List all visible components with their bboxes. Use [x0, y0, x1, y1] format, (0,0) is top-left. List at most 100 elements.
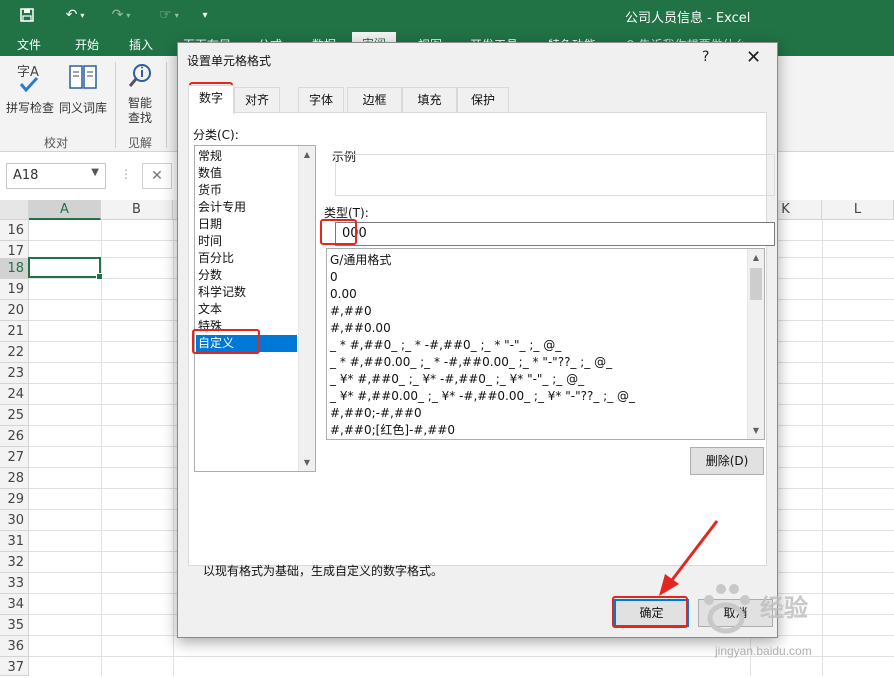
format-code-list[interactable]: G/通用格式 0 0.00 #,##0 #,##0.00 _ * #,##0_ … — [326, 248, 765, 440]
row-header-36[interactable]: 36 — [0, 636, 29, 657]
group-separator — [166, 62, 167, 148]
undo-icon[interactable]: ↶ ▾ — [58, 4, 92, 26]
row-header-31[interactable]: 31 — [0, 531, 29, 552]
tab-font[interactable]: 字体 — [298, 87, 344, 113]
category-item[interactable]: 会计专用 — [198, 199, 246, 216]
touch-mode-icon[interactable]: ☞ ▾ — [150, 4, 188, 26]
row-header-23[interactable]: 23 — [0, 363, 29, 384]
delete-format-button[interactable]: 删除(D) — [690, 447, 764, 475]
scroll-up-icon[interactable]: ▲ — [299, 146, 315, 163]
scroll-down-icon[interactable]: ▼ — [748, 422, 764, 439]
format-code-item[interactable]: #,##0;-#,##0 — [330, 405, 422, 422]
gridline — [101, 220, 102, 676]
column-header-b[interactable]: B — [101, 200, 173, 220]
active-cell-a18[interactable] — [28, 257, 103, 280]
format-code-item[interactable]: #,##0.00 — [330, 320, 391, 337]
column-header-l[interactable]: L — [822, 200, 894, 220]
customize-toolbar-icon[interactable]: ▾ — [198, 4, 212, 26]
redo-icon[interactable]: ↷ ▾ — [104, 4, 138, 26]
format-code-item[interactable]: #,##0;[红色]-#,##0 — [330, 422, 455, 439]
row-header-26[interactable]: 26 — [0, 426, 29, 447]
row-header-32[interactable]: 32 — [0, 552, 29, 573]
close-icon[interactable]: ✕ — [746, 47, 761, 68]
row-header-25[interactable]: 25 — [0, 405, 29, 426]
row-header-18[interactable]: 18 — [0, 258, 29, 279]
window-title: 公司人员信息 - Excel — [625, 11, 751, 26]
tab-home[interactable]: 开始 — [75, 36, 99, 53]
row-header-22[interactable]: 22 — [0, 342, 29, 363]
category-scrollbar[interactable]: ▲ ▼ — [298, 146, 315, 471]
row-header-30[interactable]: 30 — [0, 510, 29, 531]
tab-fill[interactable]: 填充 — [402, 87, 457, 113]
format-code-scrollbar[interactable]: ▲ ▼ — [747, 249, 764, 439]
select-all-corner[interactable] — [0, 200, 29, 220]
format-code-item[interactable]: _ * #,##0_ ;_ * -#,##0_ ;_ * "-"_ ;_ @_ — [330, 337, 561, 354]
spell-check-icon: 字A — [5, 62, 55, 97]
format-code-item[interactable]: 0 — [330, 269, 338, 286]
format-code-item[interactable]: _ ¥* #,##0.00_ ;_ ¥* -#,##0.00_ ;_ ¥* "-… — [330, 388, 635, 405]
tab-number[interactable]: 数字 — [188, 85, 234, 114]
tab-insert[interactable]: 插入 — [129, 36, 153, 53]
group-label-insights: 见解 — [128, 136, 153, 150]
format-code-item[interactable]: G/通用格式 — [330, 252, 391, 269]
row-header-34[interactable]: 34 — [0, 594, 29, 615]
scroll-down-icon[interactable]: ▼ — [299, 454, 315, 471]
tab-protection[interactable]: 保护 — [457, 87, 509, 113]
dialog-title: 设置单元格格式 — [187, 54, 272, 68]
category-item[interactable]: 分数 — [198, 267, 222, 284]
highlight-custom-category — [192, 329, 260, 354]
help-icon[interactable]: ? — [702, 49, 709, 65]
scroll-thumb[interactable] — [750, 268, 762, 300]
category-item[interactable]: 百分比 — [198, 250, 234, 267]
row-header-37[interactable]: 37 — [0, 657, 29, 676]
row-header-29[interactable]: 29 — [0, 489, 29, 510]
row-header-33[interactable]: 33 — [0, 573, 29, 594]
chevron-down-icon[interactable]: ▼ — [91, 167, 99, 178]
category-item[interactable]: 货币 — [198, 182, 222, 199]
highlight-type-input — [320, 219, 357, 245]
format-code-item[interactable]: #,##0 — [330, 303, 372, 320]
row-header-35[interactable]: 35 — [0, 615, 29, 636]
watermark-text: 经验 — [760, 595, 808, 622]
row-header-28[interactable]: 28 — [0, 468, 29, 489]
row-header-19[interactable]: 19 — [0, 279, 29, 300]
category-list[interactable]: 常规 数值 货币 会计专用 日期 时间 百分比 分数 科学记数 文本 特殊 自定… — [194, 145, 316, 472]
drag-handle-icon[interactable]: ⋮ — [120, 167, 132, 181]
column-header-a[interactable]: A — [29, 200, 101, 220]
format-code-item[interactable]: _ * #,##0.00_ ;_ * -#,##0.00_ ;_ * "-"??… — [330, 354, 612, 371]
watermark-url: jingyan.baidu.com — [715, 644, 812, 658]
tab-border[interactable]: 边框 — [347, 87, 402, 113]
row-header-21[interactable]: 21 — [0, 321, 29, 342]
category-item[interactable]: 常规 — [198, 148, 222, 165]
format-code-item[interactable]: 0.00 — [330, 286, 357, 303]
row-header-20[interactable]: 20 — [0, 300, 29, 321]
row-header-27[interactable]: 27 — [0, 447, 29, 468]
category-item[interactable]: 时间 — [198, 233, 222, 250]
spell-check-button[interactable]: 字A 拼写检查 — [5, 62, 55, 116]
tab-file[interactable]: 文件 — [17, 36, 41, 53]
type-input[interactable]: 000 — [335, 222, 775, 246]
number-tab-panel: 分类(C): 常规 数值 货币 会计专用 日期 时间 百分比 分数 科学记数 文… — [188, 112, 775, 578]
save-icon[interactable] — [16, 4, 38, 26]
category-item[interactable]: 日期 — [198, 216, 222, 233]
thesaurus-button[interactable]: 同义词库 — [57, 62, 109, 116]
sample-box — [335, 154, 775, 196]
name-box[interactable]: A18 ▼ — [6, 163, 106, 189]
tab-alignment[interactable]: 对齐 — [234, 87, 280, 113]
group-separator — [115, 62, 116, 148]
smart-lookup-button[interactable]: 智能 查找 — [120, 62, 160, 126]
book-icon — [57, 62, 109, 97]
title-bar: ↶ ▾ ↷ ▾ ☞ ▾ ▾ 公司人员信息 - Excel — [0, 0, 894, 30]
category-item[interactable]: 科学记数 — [198, 284, 246, 301]
scroll-up-icon[interactable]: ▲ — [748, 249, 764, 266]
cancel-entry-icon[interactable]: ✕ — [142, 163, 172, 189]
row-header-24[interactable]: 24 — [0, 384, 29, 405]
category-item[interactable]: 文本 — [198, 301, 222, 318]
baidu-paw-logo — [694, 578, 758, 645]
smart-lookup-icon — [120, 62, 160, 94]
gridline — [822, 220, 823, 676]
format-code-item[interactable]: _ ¥* #,##0_ ;_ ¥* -#,##0_ ;_ ¥* "-"_ ;_ … — [330, 371, 584, 388]
row-header-16[interactable]: 16 — [0, 220, 29, 241]
category-item[interactable]: 数值 — [198, 165, 222, 182]
group-label-proofing: 校对 — [44, 136, 69, 150]
